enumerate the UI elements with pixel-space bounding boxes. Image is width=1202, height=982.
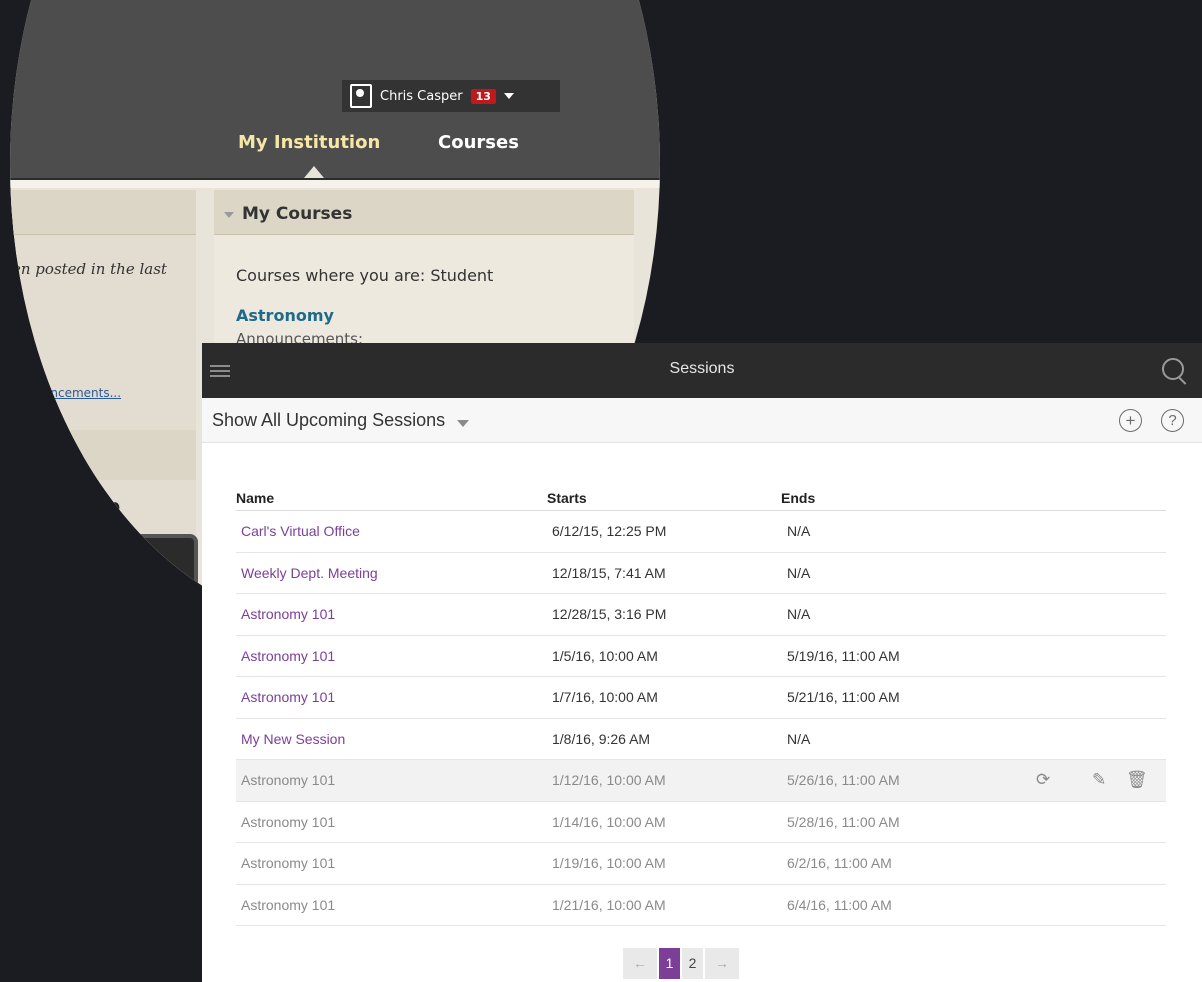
help-icon: ? xyxy=(1168,412,1177,429)
announcement-text: en posted in the last xyxy=(12,260,167,278)
session-name-link[interactable]: Astronomy 101 xyxy=(241,855,335,871)
session-end: 6/2/16, 11:00 AM xyxy=(787,855,892,871)
plus-icon: + xyxy=(1125,411,1136,430)
page-title: Sessions xyxy=(669,360,735,377)
collapse-caret-icon[interactable] xyxy=(224,212,234,218)
session-end: 5/21/16, 11:00 AM xyxy=(787,689,900,705)
top-bar: Sessions xyxy=(202,343,1202,398)
column-header-ends[interactable]: Ends xyxy=(781,490,815,506)
table-row[interactable]: Astronomy 101 1/12/16, 10:00 AM 5/26/16,… xyxy=(236,760,1166,802)
session-name-link[interactable]: Carl's Virtual Office xyxy=(241,523,360,539)
tab-courses[interactable]: Courses xyxy=(438,132,519,153)
user-menu[interactable]: Chris Casper 13 xyxy=(342,80,560,112)
chevron-down-icon[interactable] xyxy=(503,93,514,99)
session-start: 1/12/16, 10:00 AM xyxy=(552,772,666,788)
add-session-button[interactable]: + xyxy=(1119,409,1142,432)
session-name-link[interactable]: Astronomy 101 xyxy=(241,606,335,622)
session-start: 6/12/15, 12:25 PM xyxy=(552,523,667,539)
session-start: 1/8/16, 9:26 AM xyxy=(552,730,651,747)
table-row[interactable]: Astronomy 101 1/21/16, 10:00 AM 6/4/16, … xyxy=(236,885,1166,926)
header-divider xyxy=(10,178,660,188)
session-name-link[interactable]: Astronomy 101 xyxy=(241,648,335,664)
left-module-header-2 xyxy=(10,430,196,480)
session-end: 6/4/16, 11:00 AM xyxy=(787,896,892,913)
table-row[interactable]: Astronomy 101 1/14/16, 10:00 AM 5/28/16,… xyxy=(236,802,1166,843)
session-start: 1/19/16, 10:00 AM xyxy=(552,855,666,871)
session-name-link[interactable]: Astronomy 101 xyxy=(241,772,335,788)
session-end: N/A xyxy=(787,564,811,581)
course-link-astronomy[interactable]: Astronomy xyxy=(236,306,334,325)
session-end: 5/26/16, 11:00 AM xyxy=(787,772,900,788)
announcements-link[interactable]: Announcements... xyxy=(12,386,121,400)
session-name-link[interactable]: Astronomy 101 xyxy=(241,897,335,913)
session-name-link[interactable]: Weekly Dept. Meeting xyxy=(241,565,378,581)
session-start: 1/5/16, 10:00 AM xyxy=(552,647,658,664)
left-module-header xyxy=(10,190,196,235)
table-row[interactable]: Astronomy 101 1/7/16, 10:00 AM 5/21/16, … xyxy=(236,677,1166,719)
session-name-link[interactable]: My New Session xyxy=(241,731,345,747)
session-start: 1/7/16, 10:00 AM xyxy=(552,689,658,705)
search-icon[interactable] xyxy=(1162,358,1184,380)
pencil-icon[interactable]: ✎ xyxy=(1092,770,1106,790)
session-end: N/A xyxy=(787,523,811,539)
bb-header xyxy=(10,0,660,180)
table-row[interactable]: Weekly Dept. Meeting 12/18/15, 7:41 AM N… xyxy=(236,553,1166,594)
session-start: 12/28/15, 3:16 PM xyxy=(552,606,667,622)
table-row[interactable]: Carl's Virtual Office 6/12/15, 12:25 PM … xyxy=(236,511,1166,553)
sessions-table: Name Starts Ends Carl's Virtual Office 6… xyxy=(236,488,1166,926)
table-row[interactable]: Astronomy 101 12/28/15, 3:16 PM N/A xyxy=(236,594,1166,636)
column-header-name[interactable]: Name xyxy=(236,490,274,506)
session-start: 12/18/15, 7:41 AM xyxy=(552,564,666,581)
notification-badge[interactable]: 13 xyxy=(470,88,496,104)
pagination: ← 1 2 → xyxy=(623,948,739,979)
session-end: 5/19/16, 11:00 AM xyxy=(787,647,900,664)
my-courses-header: My Courses xyxy=(214,190,634,235)
session-end: N/A xyxy=(787,730,811,747)
phone-image xyxy=(70,534,198,626)
page-1-button[interactable]: 1 xyxy=(659,948,680,979)
my-courses-title: My Courses xyxy=(242,204,353,224)
session-name-link[interactable]: Astronomy 101 xyxy=(241,814,335,830)
session-start: 1/14/16, 10:00 AM xyxy=(552,813,666,830)
table-row[interactable]: Astronomy 101 1/5/16, 10:00 AM 5/19/16, … xyxy=(236,636,1166,677)
filter-bar: Show All Upcoming Sessions + ? xyxy=(202,398,1202,443)
table-row[interactable]: Astronomy 101 1/19/16, 10:00 AM 6/2/16, … xyxy=(236,843,1166,885)
table-row[interactable]: My New Session 1/8/16, 9:26 AM N/A xyxy=(236,719,1166,760)
left-module-column: en posted in the last Announcements... e… xyxy=(10,190,198,626)
course-role-text: Courses where you are: Student xyxy=(236,266,494,285)
column-header-starts[interactable]: Starts xyxy=(547,490,587,506)
tab-my-institution[interactable]: My Institution xyxy=(238,132,380,153)
sync-icon[interactable]: ⟳ xyxy=(1036,770,1050,790)
page-2-button[interactable]: 2 xyxy=(682,948,703,979)
session-end: 5/28/16, 11:00 AM xyxy=(787,813,900,830)
prev-page-button[interactable]: ← xyxy=(623,948,657,979)
sessions-panel: Sessions Show All Upcoming Sessions + ? … xyxy=(202,343,1202,982)
avatar-icon xyxy=(350,84,372,108)
session-end: N/A xyxy=(787,606,811,622)
session-filter-dropdown[interactable]: Show All Upcoming Sessions xyxy=(212,410,445,431)
session-name-link[interactable]: Astronomy 101 xyxy=(241,689,335,705)
help-button[interactable]: ? xyxy=(1161,409,1184,432)
session-start: 1/21/16, 10:00 AM xyxy=(552,896,666,913)
active-tab-pointer xyxy=(304,166,324,178)
trash-icon[interactable]: 🗑 xyxy=(1126,770,1148,790)
chevron-down-icon[interactable] xyxy=(457,420,469,427)
next-page-button[interactable]: → xyxy=(705,948,739,979)
app-promo-title: earn™ app xyxy=(10,496,121,518)
table-header: Name Starts Ends xyxy=(236,488,1166,511)
user-name: Chris Casper xyxy=(380,88,463,104)
